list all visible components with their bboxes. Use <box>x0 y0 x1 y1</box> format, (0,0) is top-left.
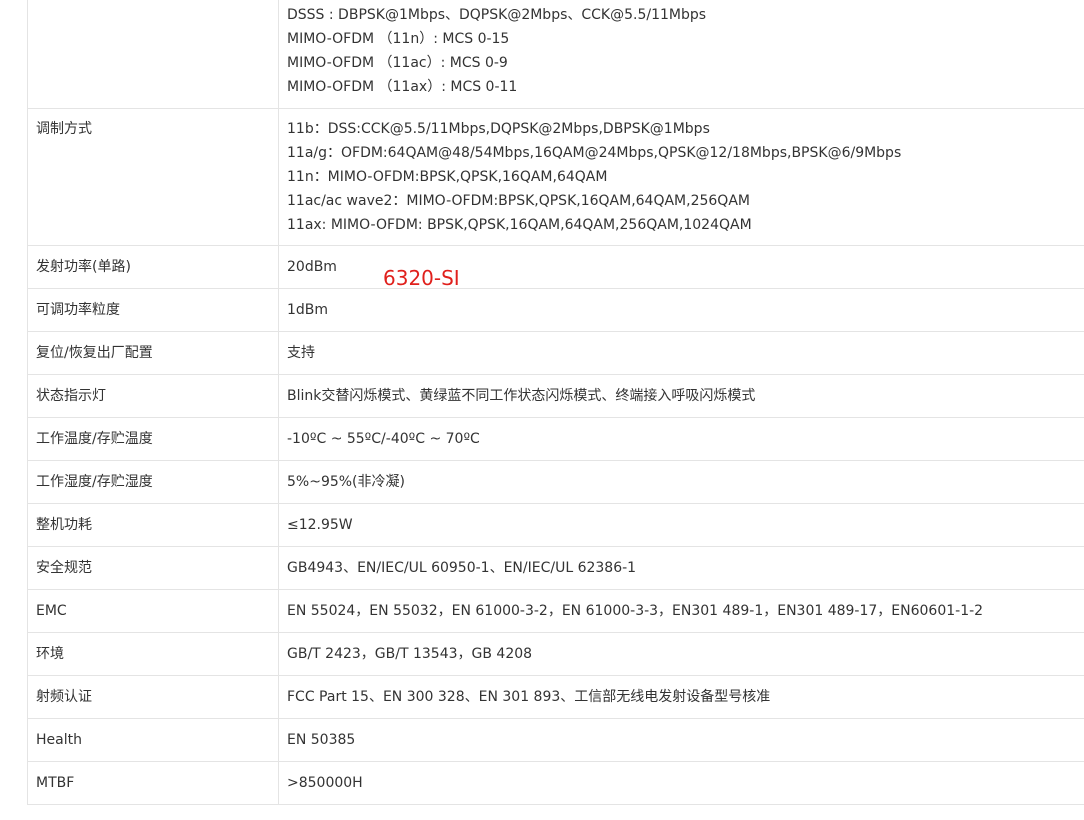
table-row: MTBF >850000H <box>27 761 1084 805</box>
spec-value-line: 1dBm <box>287 302 329 318</box>
spec-table: DSSS : DBPSK@1Mbps、DQPSK@2Mbps、CCK@5.5/1… <box>27 0 1084 805</box>
spec-label: 复位/恢复出厂配置 <box>27 331 279 375</box>
table-row: EMC EN 55024，EN 55032，EN 61000-3-2，EN 61… <box>27 589 1084 633</box>
spec-value-line: MIMO-OFDM （11ac）: MCS 0-9 <box>287 55 508 71</box>
table-row: 发射功率(单路) 20dBm <box>27 245 1084 289</box>
spec-value-line: Blink交替闪烁模式、黄绿蓝不同工作状态闪烁模式、终端接入呼吸闪烁模式 <box>287 388 756 404</box>
spec-value: FCC Part 15、EN 300 328、EN 301 893、工信部无线电… <box>278 675 1084 719</box>
spec-label: MTBF <box>27 761 279 805</box>
spec-value-line: MIMO-OFDM （11ax）: MCS 0-11 <box>287 79 518 95</box>
spec-label: 发射功率(单路) <box>27 245 279 289</box>
spec-value-line: EN 50385 <box>287 732 356 748</box>
model-annotation: 6320-SI <box>383 266 460 290</box>
spec-label: 安全规范 <box>27 546 279 590</box>
table-row: 环境 GB/T 2423，GB/T 13543，GB 4208 <box>27 632 1084 676</box>
spec-value: 支持 <box>278 331 1084 375</box>
spec-value: 5%~95%(非冷凝) <box>278 460 1084 504</box>
spec-value: >850000H <box>278 761 1084 805</box>
table-row: 工作温度/存贮温度 -10ºC ~ 55ºC/-40ºC ~ 70ºC <box>27 417 1084 461</box>
spec-value: GB4943、EN/IEC/UL 60950-1、EN/IEC/UL 62386… <box>278 546 1084 590</box>
spec-value-line: 支持 <box>287 345 315 361</box>
spec-value-line: 11ax: MIMO-OFDM: BPSK,QPSK,16QAM,64QAM,2… <box>287 217 752 233</box>
spec-value-line: -10ºC ~ 55ºC/-40ºC ~ 70ºC <box>287 431 480 447</box>
spec-label: 工作温度/存贮温度 <box>27 417 279 461</box>
spec-value: Blink交替闪烁模式、黄绿蓝不同工作状态闪烁模式、终端接入呼吸闪烁模式 <box>278 374 1084 418</box>
spec-value: 1dBm <box>278 288 1084 332</box>
spec-value-line: 5%~95%(非冷凝) <box>287 474 405 490</box>
spec-label: 环境 <box>27 632 279 676</box>
spec-label: 工作湿度/存贮湿度 <box>27 460 279 504</box>
spec-value: EN 55024，EN 55032，EN 61000-3-2，EN 61000-… <box>278 589 1084 633</box>
spec-value-line: EN 55024，EN 55032，EN 61000-3-2，EN 61000-… <box>287 603 984 619</box>
spec-value-line: FCC Part 15、EN 300 328、EN 301 893、工信部无线电… <box>287 689 771 705</box>
spec-label: 状态指示灯 <box>27 374 279 418</box>
table-row: 射频认证 FCC Part 15、EN 300 328、EN 301 893、工… <box>27 675 1084 719</box>
spec-label: 射频认证 <box>27 675 279 719</box>
spec-value-line: 11b：DSS:CCK@5.5/11Mbps,DQPSK@2Mbps,DBPSK… <box>287 121 710 137</box>
spec-value-line: GB4943、EN/IEC/UL 60950-1、EN/IEC/UL 62386… <box>287 560 637 576</box>
table-row: 可调功率粒度 1dBm <box>27 288 1084 332</box>
spec-value: ≤12.95W <box>278 503 1084 547</box>
table-row: 安全规范 GB4943、EN/IEC/UL 60950-1、EN/IEC/UL … <box>27 546 1084 590</box>
table-row: 工作湿度/存贮湿度 5%~95%(非冷凝) <box>27 460 1084 504</box>
spec-label: EMC <box>27 589 279 633</box>
spec-value: 11b：DSS:CCK@5.5/11Mbps,DQPSK@2Mbps,DBPSK… <box>278 108 1084 246</box>
table-row: 调制方式 11b：DSS:CCK@5.5/11Mbps,DQPSK@2Mbps,… <box>27 108 1084 246</box>
spec-value: EN 50385 <box>278 718 1084 762</box>
spec-value-line: 11a/g：OFDM:64QAM@48/54Mbps,16QAM@24Mbps,… <box>287 145 902 161</box>
spec-label: 调制方式 <box>27 108 279 246</box>
spec-value: -10ºC ~ 55ºC/-40ºC ~ 70ºC <box>278 417 1084 461</box>
table-row: Health EN 50385 <box>27 718 1084 762</box>
spec-label: Health <box>27 718 279 762</box>
table-row: 状态指示灯 Blink交替闪烁模式、黄绿蓝不同工作状态闪烁模式、终端接入呼吸闪烁… <box>27 374 1084 418</box>
spec-value-line: DSSS : DBPSK@1Mbps、DQPSK@2Mbps、CCK@5.5/1… <box>287 7 707 23</box>
table-row: 整机功耗 ≤12.95W <box>27 503 1084 547</box>
spec-value-line: MIMO-OFDM （11n）: MCS 0-15 <box>287 31 510 47</box>
table-row: 复位/恢复出厂配置 支持 <box>27 331 1084 375</box>
spec-value-line: ≤12.95W <box>287 517 353 533</box>
spec-label: 整机功耗 <box>27 503 279 547</box>
spec-label <box>27 0 279 109</box>
spec-value-line: 11ac/ac wave2：MIMO-OFDM:BPSK,QPSK,16QAM,… <box>287 193 750 209</box>
table-row: DSSS : DBPSK@1Mbps、DQPSK@2Mbps、CCK@5.5/1… <box>27 0 1084 109</box>
spec-value-line: 11n：MIMO-OFDM:BPSK,QPSK,16QAM,64QAM <box>287 169 608 185</box>
spec-value: DSSS : DBPSK@1Mbps、DQPSK@2Mbps、CCK@5.5/1… <box>278 0 1084 109</box>
spec-value: GB/T 2423，GB/T 13543，GB 4208 <box>278 632 1084 676</box>
spec-value-line: GB/T 2423，GB/T 13543，GB 4208 <box>287 646 533 662</box>
spec-value-line: >850000H <box>287 775 363 791</box>
spec-label: 可调功率粒度 <box>27 288 279 332</box>
